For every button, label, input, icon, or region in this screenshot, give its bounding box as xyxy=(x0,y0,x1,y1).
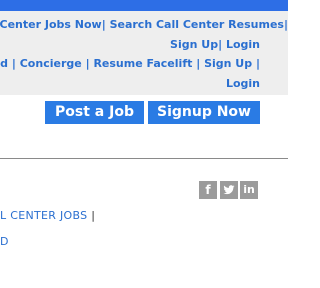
signup-now-button[interactable]: Signup Now xyxy=(148,101,260,124)
nav-separator: | xyxy=(196,57,201,70)
resume-facelift-link[interactable]: Resume Facelift xyxy=(93,57,192,70)
employer-login-link[interactable]: Login xyxy=(226,38,260,51)
post-a-job-button[interactable]: Post a Job xyxy=(45,101,144,124)
jobseeker-nav-row: Upload | Concierge | Resume Facelift | S… xyxy=(0,57,260,71)
jobseeker-signup-link[interactable]: Sign Up xyxy=(204,57,252,70)
top-accent-bar xyxy=(0,0,288,11)
concierge-link[interactable]: Concierge xyxy=(20,57,82,70)
jobseeker-account-row: Login xyxy=(226,77,260,91)
nav-separator: | xyxy=(218,38,223,51)
nav-separator: | xyxy=(255,57,260,70)
footer-link-truncated[interactable]: D xyxy=(0,235,9,248)
twitter-bird-glyph xyxy=(223,185,235,195)
footer-row-2: D xyxy=(0,235,9,248)
employer-nav-row: Center Jobs Now| Search Call Center Resu… xyxy=(0,18,288,32)
search-resumes-link[interactable]: Search Call Center Resumes xyxy=(110,18,284,31)
section-divider xyxy=(0,158,288,159)
post-jobs-link[interactable]: Center Jobs Now xyxy=(0,18,102,31)
nav-separator: | xyxy=(283,18,288,31)
nav-separator: | xyxy=(11,57,16,70)
nav-separator: | xyxy=(85,57,90,70)
employer-signup-link[interactable]: Sign Up xyxy=(170,38,218,51)
page: Center Jobs Now| Search Call Center Resu… xyxy=(0,0,288,288)
footer-separator: | xyxy=(91,209,96,222)
twitter-icon[interactable] xyxy=(220,181,238,199)
employer-account-row: Sign Up| Login xyxy=(170,38,260,52)
facebook-icon[interactable]: f xyxy=(199,181,217,199)
call-center-jobs-link[interactable]: L CENTER JOBS xyxy=(0,209,87,222)
linkedin-icon[interactable]: in xyxy=(240,181,258,199)
footer-row-1: L CENTER JOBS | xyxy=(0,209,95,222)
nav-separator: | xyxy=(101,18,106,31)
jobseeker-login-link[interactable]: Login xyxy=(226,77,260,90)
resume-upload-link[interactable]: Upload xyxy=(0,57,8,70)
